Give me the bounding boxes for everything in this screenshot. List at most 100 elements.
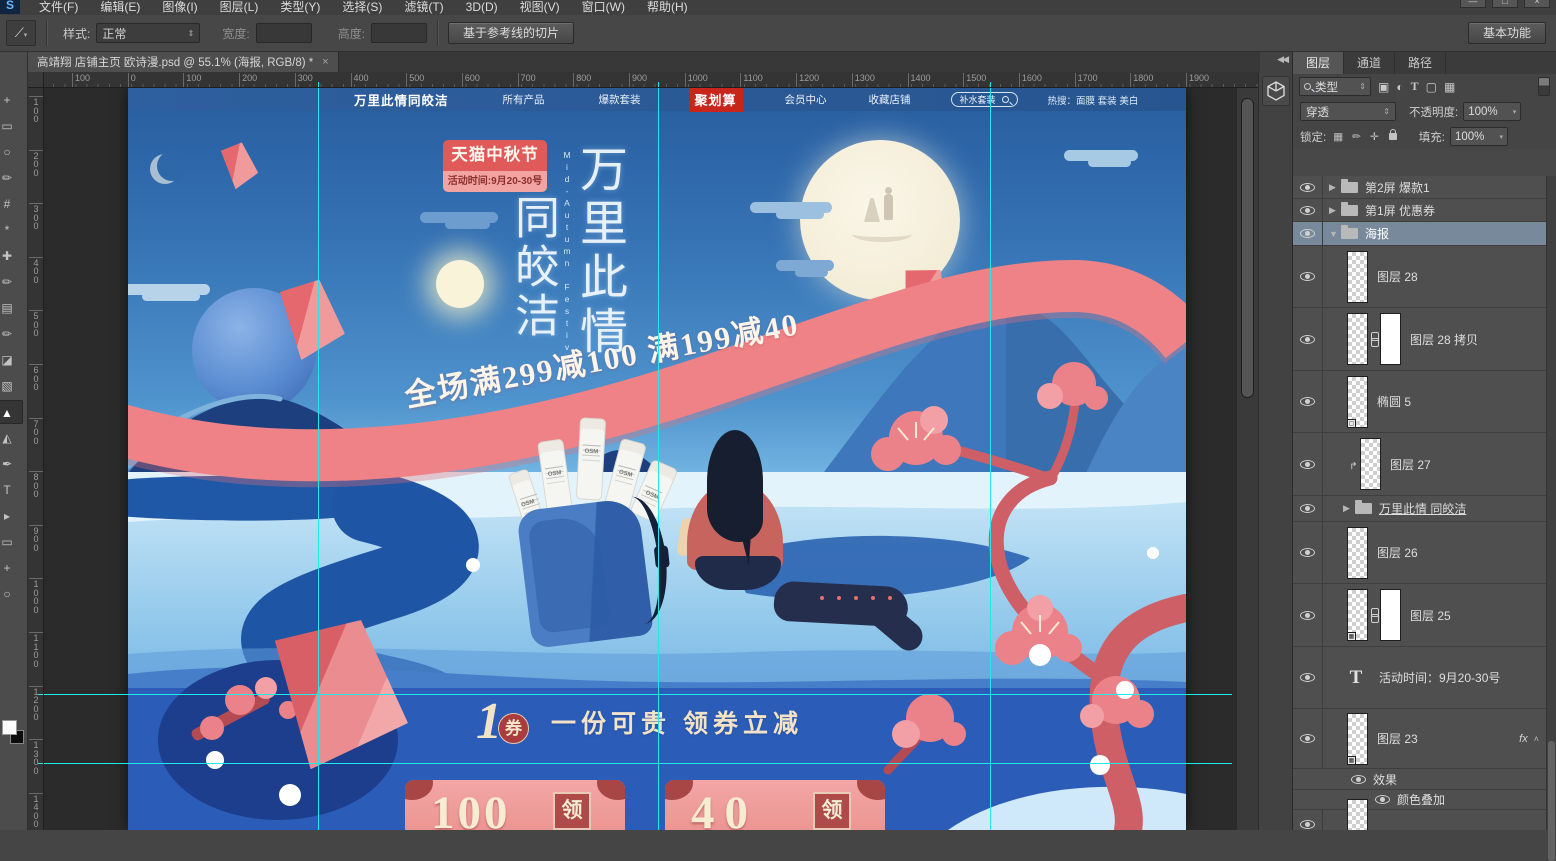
scrollbar-thumb[interactable] [1241, 98, 1254, 398]
filter-pixel-icon[interactable]: ▣ [1378, 80, 1389, 94]
layer-name[interactable]: 万里此情 同皎洁 [1379, 500, 1466, 517]
layer-name[interactable]: 第1屏 优惠券 [1365, 202, 1435, 219]
zoom-tool[interactable]: ○ [0, 582, 23, 606]
layer-row[interactable]: ▦图层 25 [1293, 584, 1547, 647]
visibility-eye-icon[interactable] [1300, 272, 1315, 281]
spot-heal-tool[interactable]: ✚ [0, 244, 23, 268]
blur-tool[interactable]: ▲ [0, 400, 23, 424]
tab-channels[interactable]: 通道 [1344, 52, 1395, 74]
visibility-eye-icon[interactable] [1300, 229, 1315, 238]
brush-tool[interactable]: ✏ [0, 270, 23, 294]
panel-scrollbar[interactable] [1546, 176, 1556, 830]
coupon-card-100[interactable]: 100 领 [405, 780, 625, 830]
mask-link-icon[interactable] [1369, 332, 1379, 346]
lock-transparency-icon[interactable]: ▦ [1333, 131, 1343, 143]
layer-row[interactable]: 图层 28 拷贝 [1293, 308, 1547, 371]
foreground-color-swatch[interactable] [2, 720, 17, 735]
filter-smartobject-icon[interactable]: ▦ [1444, 80, 1455, 94]
layer-thumbnail[interactable] [1360, 438, 1381, 490]
canvas-viewport[interactable]: 全场满299减100 满199减40 天猫中秋节 活动时间:9月20-30号 万… [44, 88, 1236, 830]
expand-caret[interactable]: ▶ [1343, 503, 1355, 514]
filter-shape-icon[interactable]: ▢ [1426, 80, 1437, 94]
canvas-vertical-scrollbar[interactable] [1236, 88, 1258, 830]
shape-tool[interactable]: ▭ [0, 530, 23, 554]
window-control[interactable]: × [1524, 0, 1550, 8]
layer-group-row[interactable]: ▶ 第1屏 优惠券 [1293, 199, 1547, 222]
gradient-tool[interactable]: ▧ [0, 374, 23, 398]
expand-caret[interactable]: ▶ [1329, 205, 1341, 216]
layer-fx-row[interactable]: 效果 [1293, 769, 1547, 790]
workspace-button[interactable]: 基本功能 [1468, 22, 1546, 44]
scrollbar-thumb[interactable] [1548, 741, 1555, 861]
nav-link-all-products[interactable]: 所有产品 [503, 92, 545, 107]
shop-search-box[interactable]: 补水套装 [951, 92, 1018, 107]
visibility-eye-icon[interactable] [1300, 548, 1315, 557]
document-tab[interactable]: 高靖翔 店铺主页 欧诗漫.psd @ 55.1% (海报, RGB/8) * × [28, 52, 339, 72]
style-dropdown[interactable]: 正常⇕ [96, 23, 200, 43]
layer-name[interactable]: 图层 23 [1377, 730, 1418, 747]
layer-name[interactable]: 第2屏 爆款1 [1365, 179, 1430, 196]
visibility-eye-icon[interactable] [1300, 820, 1315, 829]
guide-vertical[interactable] [990, 88, 991, 830]
visibility-eye-icon[interactable] [1300, 460, 1315, 469]
menu-图层(L)[interactable]: 图层(L) [209, 0, 270, 15]
nav-link-favorite-shop[interactable]: 收藏店铺 [869, 92, 911, 107]
layer-name[interactable]: 椭圆 5 [1377, 393, 1411, 410]
layer-group-row[interactable]: ▶ 第2屏 爆款1 [1293, 176, 1547, 199]
eyedropper-tool[interactable]: * [0, 218, 23, 242]
close-tab-icon[interactable]: × [322, 56, 328, 68]
layer-row[interactable]: 图层 26 [1293, 522, 1547, 584]
visibility-eye-icon[interactable] [1300, 397, 1315, 406]
layer-name[interactable]: 图层 27 [1390, 456, 1431, 473]
width-input[interactable] [256, 23, 312, 43]
menu-3D(D)[interactable]: 3D(D) [455, 0, 509, 15]
layer-mask-thumbnail[interactable] [1380, 589, 1401, 641]
layer-row[interactable]: ↳图层 27 [1293, 433, 1547, 496]
layer-row[interactable]: ▢ 椭圆 5 [1293, 371, 1547, 433]
visibility-eye-icon[interactable] [1300, 734, 1315, 743]
layer-group-row[interactable]: ▶ 万里此情 同皎洁 [1293, 496, 1547, 522]
layer-name[interactable]: 图层 25 [1410, 607, 1451, 624]
lock-all-icon[interactable] [1389, 133, 1397, 140]
path-select-tool[interactable]: ▸ [0, 504, 23, 528]
crop-slice-tool[interactable]: # [0, 192, 23, 216]
layer-thumbnail[interactable] [1347, 313, 1368, 365]
guide-horizontal[interactable] [44, 763, 1232, 764]
menu-图像(I)[interactable]: 图像(I) [151, 0, 208, 15]
juhuasuan-badge[interactable]: 聚划算 [689, 88, 743, 112]
coupon-card-40[interactable]: 40 领 [665, 780, 885, 830]
slice-tool-preset[interactable]: ⟋▾ [6, 20, 36, 46]
mask-link-icon[interactable] [1369, 608, 1379, 622]
filter-type-dropdown[interactable]: 类型⇕ [1299, 77, 1371, 96]
filter-toggle[interactable] [1538, 77, 1550, 96]
marquee-tool[interactable]: ▭ [0, 114, 23, 138]
layer-row[interactable]: 图层 28 [1293, 246, 1547, 308]
slices-from-guides-button[interactable]: 基于参考线的切片 [448, 22, 574, 44]
expand-caret[interactable]: ▶ [1329, 182, 1341, 193]
blend-mode-dropdown[interactable]: 穿透⇕ [1300, 102, 1396, 121]
menu-类型(Y)[interactable]: 类型(Y) [269, 0, 331, 15]
quick-select-tool[interactable]: ✏ [0, 166, 23, 190]
claim-button[interactable]: 领 [553, 792, 591, 830]
layer-group-row[interactable]: ▼海报 [1293, 222, 1547, 246]
menu-文件(F)[interactable]: 文件(F) [28, 0, 89, 15]
fill-value[interactable]: 100%▾ [1450, 127, 1508, 146]
visibility-eye-icon[interactable] [1300, 183, 1315, 192]
layer-row[interactable]: ▦图层 23fx˄ [1293, 709, 1547, 769]
menu-帮助(H)[interactable]: 帮助(H) [636, 0, 699, 15]
lock-pixels-icon[interactable]: ✏ [1352, 131, 1361, 143]
menu-视图(V)[interactable]: 视图(V) [509, 0, 571, 15]
guide-vertical[interactable] [658, 88, 659, 830]
fx-collapse-icon[interactable]: ˄ [1534, 734, 1539, 744]
menu-选择(S)[interactable]: 选择(S) [331, 0, 393, 15]
layer-mask-thumbnail[interactable] [1380, 313, 1401, 365]
visibility-eye-icon[interactable] [1351, 775, 1366, 784]
visibility-eye-icon[interactable] [1300, 206, 1315, 215]
layer-row[interactable] [1293, 810, 1547, 830]
filter-type-icon[interactable]: T [1411, 79, 1419, 94]
move-tool[interactable]: + [0, 88, 23, 112]
layer-thumbnail[interactable]: ▢ [1347, 376, 1368, 428]
expand-caret[interactable]: ▼ [1329, 229, 1341, 239]
history-brush-tool[interactable]: ✏ [0, 322, 23, 346]
tab-layers[interactable]: 图层 [1293, 52, 1344, 74]
